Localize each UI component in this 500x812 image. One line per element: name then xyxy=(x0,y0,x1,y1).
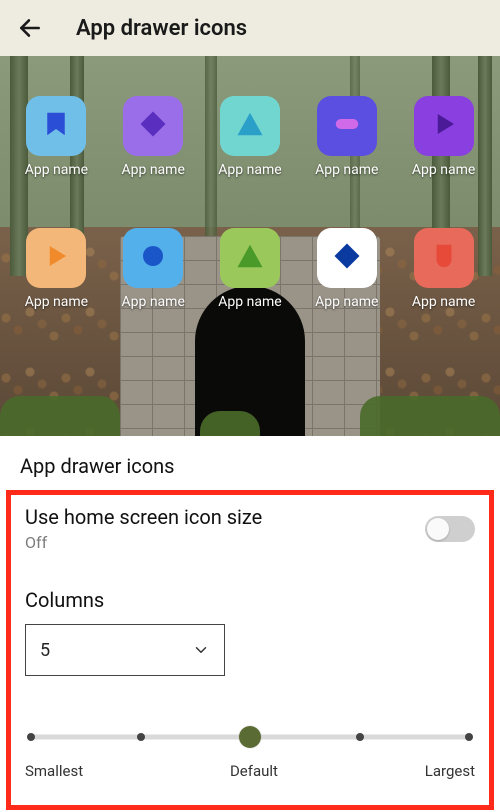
slider-tick xyxy=(137,733,145,741)
app-icon[interactable]: App name xyxy=(206,96,295,178)
app-label: App name xyxy=(412,294,475,310)
app-label: App name xyxy=(218,294,281,310)
use-home-size-text: Use home screen icon size Off xyxy=(25,505,262,552)
triangle-icon xyxy=(235,241,265,275)
page-title: App drawer icons xyxy=(76,16,247,41)
shield-icon xyxy=(429,241,459,275)
app-tile xyxy=(317,228,377,288)
settings-card: Use home screen icon size Off Columns 5 … xyxy=(6,490,494,810)
moss-decor xyxy=(360,396,500,436)
toggle-knob xyxy=(427,518,449,540)
app-icon[interactable]: App name xyxy=(302,96,391,178)
slider-tick xyxy=(465,733,473,741)
triangle-icon xyxy=(235,109,265,143)
chevron-down-icon xyxy=(192,641,210,659)
back-button[interactable] xyxy=(14,12,46,44)
app-tile xyxy=(220,228,280,288)
app-label: App name xyxy=(25,294,88,310)
pill-icon xyxy=(332,109,362,143)
slider-tick xyxy=(356,733,364,741)
app-tile xyxy=(123,96,183,156)
arrow-left-icon xyxy=(17,15,43,41)
slider-thumb[interactable] xyxy=(239,726,261,748)
columns-select[interactable]: 5 xyxy=(25,624,225,676)
app-bar: App drawer icons xyxy=(0,0,500,56)
play-icon xyxy=(41,241,71,275)
app-icon[interactable]: App name xyxy=(399,96,488,178)
diamond-icon xyxy=(138,109,168,143)
use-home-size-state: Off xyxy=(25,533,262,552)
app-label: App name xyxy=(315,294,378,310)
wallpaper-preview: App name App name App name App name App … xyxy=(0,56,500,436)
app-label: App name xyxy=(412,162,475,178)
diamond-icon xyxy=(332,241,362,275)
moss-decor xyxy=(200,411,260,436)
use-home-size-title: Use home screen icon size xyxy=(25,505,262,529)
app-label: App name xyxy=(122,294,185,310)
app-icon[interactable]: App name xyxy=(12,228,101,310)
slider-mid-label: Default xyxy=(230,762,278,780)
play-icon xyxy=(429,109,459,143)
circle-icon xyxy=(138,241,168,275)
bookmark-icon xyxy=(41,109,71,143)
app-icon[interactable]: App name xyxy=(206,228,295,310)
app-tile xyxy=(317,96,377,156)
slider-tick xyxy=(27,733,35,741)
columns-value: 5 xyxy=(40,640,50,661)
app-icon[interactable]: App name xyxy=(399,228,488,310)
slider-max-label: Largest xyxy=(425,762,475,780)
use-home-size-row: Use home screen icon size Off xyxy=(25,505,475,552)
slider-labels: Smallest Default Largest xyxy=(25,762,475,780)
app-icon[interactable]: App name xyxy=(109,228,198,310)
moss-decor xyxy=(0,396,120,436)
columns-label: Columns xyxy=(25,588,475,612)
app-tile xyxy=(26,96,86,156)
icon-size-slider[interactable] xyxy=(25,726,475,748)
app-tile xyxy=(414,228,474,288)
slider-min-label: Smallest xyxy=(25,762,83,780)
use-home-size-toggle[interactable] xyxy=(425,516,475,542)
icon-grid: App name App name App name App name App … xyxy=(0,96,500,310)
app-icon[interactable]: App name xyxy=(12,96,101,178)
app-label: App name xyxy=(218,162,281,178)
app-label: App name xyxy=(315,162,378,178)
app-icon[interactable]: App name xyxy=(302,228,391,310)
section-header: App drawer icons xyxy=(0,436,500,478)
app-icon[interactable]: App name xyxy=(109,96,198,178)
app-tile xyxy=(123,228,183,288)
app-label: App name xyxy=(25,162,88,178)
app-label: App name xyxy=(122,162,185,178)
app-tile xyxy=(26,228,86,288)
section-title: App drawer icons xyxy=(20,454,480,478)
app-tile xyxy=(414,96,474,156)
app-tile xyxy=(220,96,280,156)
